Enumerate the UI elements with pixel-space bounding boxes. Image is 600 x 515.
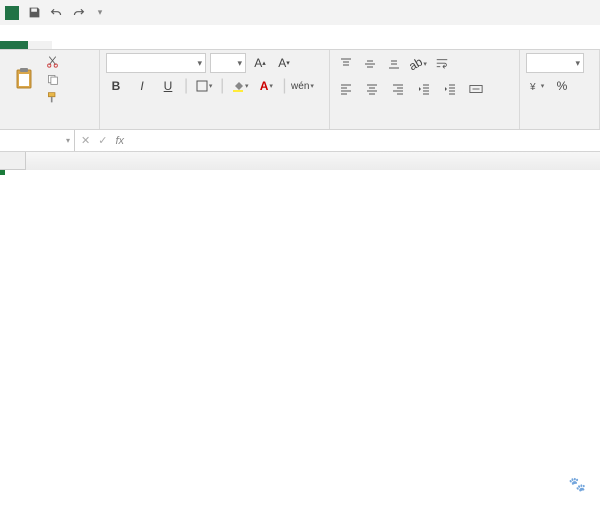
title-bar: ▾ <box>0 0 600 25</box>
indent-icon <box>444 83 456 95</box>
font-color-button[interactable]: A <box>256 76 276 96</box>
merge-center-button[interactable] <box>466 78 489 100</box>
group-number: ¥ % <box>520 50 600 129</box>
orientation-button[interactable]: ab <box>408 54 428 74</box>
tab-formula[interactable] <box>100 41 124 49</box>
clipboard-icon <box>12 66 36 92</box>
copy-button[interactable] <box>46 71 62 88</box>
align-right-button[interactable] <box>388 79 408 99</box>
name-box[interactable] <box>0 130 75 151</box>
undo-icon[interactable] <box>49 6 63 20</box>
font-name-dropdown[interactable] <box>106 53 206 73</box>
select-all-corner[interactable] <box>0 152 26 170</box>
wrap-icon <box>435 57 449 71</box>
align-bottom-icon <box>388 58 400 70</box>
scissors-icon <box>46 55 59 68</box>
increase-indent-button[interactable] <box>440 79 460 99</box>
border-icon <box>196 80 208 92</box>
paste-button[interactable] <box>6 66 42 94</box>
align-top-button[interactable] <box>336 54 356 74</box>
align-left-button[interactable] <box>336 79 356 99</box>
cancel-icon[interactable]: ✕ <box>81 134 90 147</box>
tab-file[interactable] <box>0 41 28 49</box>
tab-review[interactable] <box>148 41 172 49</box>
font-size-dropdown[interactable] <box>210 53 246 73</box>
border-button[interactable] <box>194 76 214 96</box>
underline-button[interactable]: U <box>158 76 178 96</box>
number-format-dropdown[interactable] <box>526 53 584 73</box>
tab-view[interactable] <box>172 41 196 49</box>
excel-app-icon <box>5 6 19 20</box>
wrap-text-button[interactable] <box>432 53 455 75</box>
group-clipboard <box>0 50 100 129</box>
align-top-icon <box>340 58 352 70</box>
align-bottom-button[interactable] <box>384 54 404 74</box>
spreadsheet-grid[interactable] <box>0 152 600 170</box>
tab-layout[interactable] <box>76 41 100 49</box>
active-cell-indicator <box>0 170 4 174</box>
percent-button[interactable]: % <box>552 76 572 96</box>
copy-icon <box>46 73 59 86</box>
font-group-label <box>106 125 323 129</box>
bucket-icon <box>232 80 244 92</box>
align-right-icon <box>392 83 404 95</box>
accounting-format-button[interactable]: ¥ <box>526 76 546 96</box>
ribbon-tabs <box>0 25 600 50</box>
outdent-icon <box>418 83 430 95</box>
group-alignment: ab <box>330 50 520 129</box>
bold-button[interactable]: B <box>106 76 126 96</box>
clipboard-group-label <box>6 125 93 129</box>
align-center-icon <box>366 83 378 95</box>
fx-icon[interactable]: fx <box>115 135 124 147</box>
italic-button[interactable]: I <box>132 76 152 96</box>
align-middle-icon <box>364 58 376 70</box>
enter-icon[interactable]: ✓ <box>98 134 107 147</box>
fill-color-button[interactable] <box>230 76 250 96</box>
format-painter-button[interactable] <box>46 89 62 106</box>
align-group-label <box>336 125 513 129</box>
align-left-icon <box>340 83 352 95</box>
grow-font-button[interactable]: A▴ <box>250 53 270 73</box>
align-middle-button[interactable] <box>360 54 380 74</box>
brush-icon <box>46 91 59 104</box>
redo-icon[interactable] <box>71 6 85 20</box>
cut-button[interactable] <box>46 53 62 70</box>
number-group-label <box>526 125 593 129</box>
merge-icon <box>469 82 483 96</box>
currency-icon: ¥ <box>528 80 540 92</box>
align-center-button[interactable] <box>362 79 382 99</box>
ribbon: A▴ A▾ B I U | | A | wén <box>0 50 600 130</box>
tab-insert[interactable] <box>52 41 76 49</box>
tab-vault[interactable] <box>196 41 220 49</box>
tab-home[interactable] <box>28 41 52 49</box>
group-font: A▴ A▾ B I U | | A | wén <box>100 50 330 129</box>
decrease-indent-button[interactable] <box>414 79 434 99</box>
shrink-font-button[interactable]: A▾ <box>274 53 294 73</box>
paw-icon: 🐾 <box>569 476 586 493</box>
save-icon[interactable] <box>27 6 41 20</box>
qat-customize-icon[interactable]: ▾ <box>93 6 107 20</box>
svg-text:¥: ¥ <box>529 82 536 92</box>
formula-bar: ✕ ✓ fx <box>0 130 600 152</box>
phonetic-button[interactable]: wén <box>292 76 312 96</box>
tab-data[interactable] <box>124 41 148 49</box>
